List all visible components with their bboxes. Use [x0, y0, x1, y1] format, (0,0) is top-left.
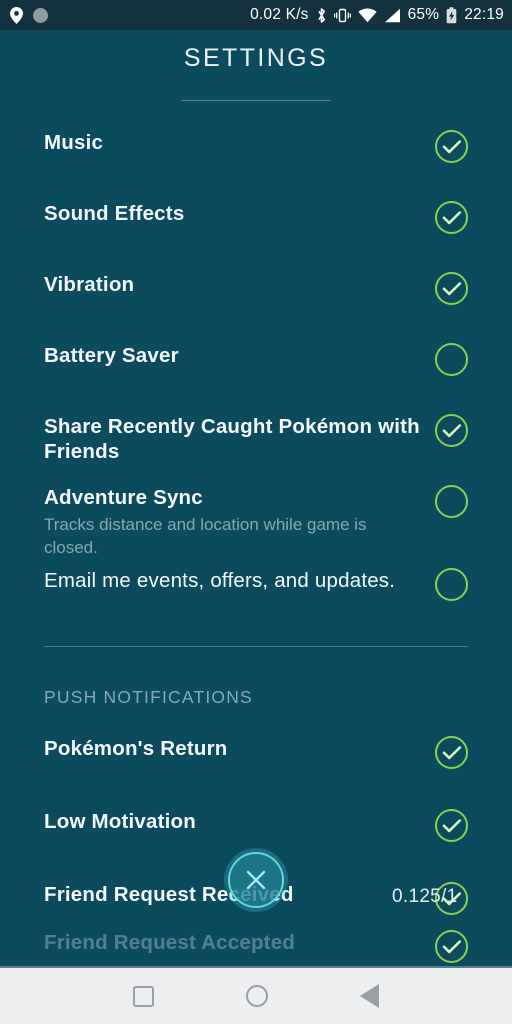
settings-row-adventure-sync[interactable]: Adventure Sync Tracks distance and locat…: [0, 485, 512, 559]
settings-row-music[interactable]: Music: [0, 130, 512, 182]
row-text-group: Share Recently Caught Pokémon with Frien…: [44, 414, 435, 464]
page-title: SETTINGS: [183, 44, 329, 72]
settings-row-vibration[interactable]: Vibration: [0, 272, 512, 324]
settings-row-battery-saver[interactable]: Battery Saver: [0, 343, 512, 395]
row-spacer: [0, 253, 512, 272]
floating-close-button[interactable]: [224, 848, 288, 912]
row-text-group: Low Motivation: [44, 809, 435, 834]
wifi-icon: [357, 8, 377, 23]
settings-label: Vibration: [44, 273, 135, 296]
settings-label: Sound Effects: [44, 202, 185, 225]
checkbox-friend-request-accepted[interactable]: [435, 930, 468, 963]
settings-row-pokemons-return[interactable]: Pokémon's Return: [0, 736, 512, 788]
location-pin-icon: [10, 6, 23, 24]
row-spacer: [0, 324, 512, 343]
settings-row-sound-effects[interactable]: Sound Effects: [0, 201, 512, 253]
vibrate-icon: [333, 8, 351, 23]
clock-text: 22:19: [464, 6, 504, 23]
network-speed-text: 0.02 K/s: [250, 6, 309, 23]
home-circle-icon[interactable]: [246, 985, 268, 1007]
settings-list: Music Sound Effects Vibration Battery Sa…: [0, 130, 512, 934]
overlay-value-text: 0.125/1: [392, 886, 458, 907]
signal-icon: [384, 8, 401, 23]
checkbox-pokemons-return[interactable]: [435, 736, 468, 769]
row-text-group: Email me events, offers, and updates.: [44, 568, 435, 593]
settings-label: Friend Request Accepted: [44, 931, 296, 954]
close-x-icon: [245, 869, 267, 891]
row-text-group: Pokémon's Return: [44, 736, 435, 761]
row-spacer: [0, 708, 512, 736]
row-text-group: Adventure Sync Tracks distance and locat…: [44, 485, 435, 559]
row-spacer: [0, 466, 512, 485]
checkbox-email-updates[interactable]: [435, 568, 468, 601]
settings-label: Adventure Sync: [44, 486, 203, 509]
settings-label: Email me events, offers, and updates.: [44, 569, 396, 592]
back-triangle-icon[interactable]: [360, 984, 379, 1008]
status-bar-left-icons: [10, 6, 48, 24]
settings-row-friend-request-accepted[interactable]: Friend Request Accepted: [0, 930, 512, 968]
section-header-push-notifications: PUSH NOTIFICATIONS: [44, 687, 253, 707]
android-nav-bar: [0, 968, 512, 1024]
checkbox-music[interactable]: [435, 130, 468, 163]
settings-row-share-recently-caught[interactable]: Share Recently Caught Pokémon with Frien…: [0, 414, 512, 466]
battery-percent-text: 65%: [407, 6, 440, 23]
checkbox-low-motivation[interactable]: [435, 809, 468, 842]
row-text-group: Sound Effects: [44, 201, 435, 226]
fab-inner[interactable]: [228, 852, 284, 908]
row-text-group: Battery Saver: [44, 343, 435, 368]
title-divider: [181, 100, 331, 101]
settings-row-email-updates[interactable]: Email me events, offers, and updates.: [0, 568, 512, 620]
row-spacer: [0, 788, 512, 809]
checkbox-share-recently-caught[interactable]: [435, 414, 468, 447]
checkbox-adventure-sync[interactable]: [435, 485, 468, 518]
row-spacer: [0, 559, 512, 568]
section-divider: [44, 646, 468, 647]
row-text-group: Vibration: [44, 272, 435, 297]
row-spacer: [0, 182, 512, 201]
settings-label: Pokémon's Return: [44, 737, 228, 760]
status-bar-right-icons: 0.02 K/s 65% 22:19: [250, 6, 504, 24]
row-text-group: Music: [44, 130, 435, 155]
notification-dot-icon: [33, 7, 48, 23]
checkbox-vibration[interactable]: [435, 272, 468, 305]
status-bar: 0.02 K/s 65% 22:19: [0, 0, 512, 30]
row-spacer: [0, 395, 512, 414]
settings-label: Music: [44, 131, 104, 154]
row-text-group: Friend Request Accepted: [44, 930, 435, 955]
settings-label: Battery Saver: [44, 344, 179, 367]
phone-screen: 0.02 K/s 65% 22:19 SETTINGS Music Sound …: [0, 0, 512, 1024]
battery-charging-icon: [446, 6, 457, 24]
bluetooth-icon: [316, 7, 327, 24]
settings-sublabel: Tracks distance and location while game …: [44, 515, 367, 557]
recents-square-icon[interactable]: [133, 985, 154, 1007]
checkbox-battery-saver[interactable]: [435, 343, 468, 376]
checkbox-sound-effects[interactable]: [435, 201, 468, 234]
settings-label: Share Recently Caught Pokémon with Frien…: [44, 415, 420, 463]
settings-label: Low Motivation: [44, 810, 196, 833]
